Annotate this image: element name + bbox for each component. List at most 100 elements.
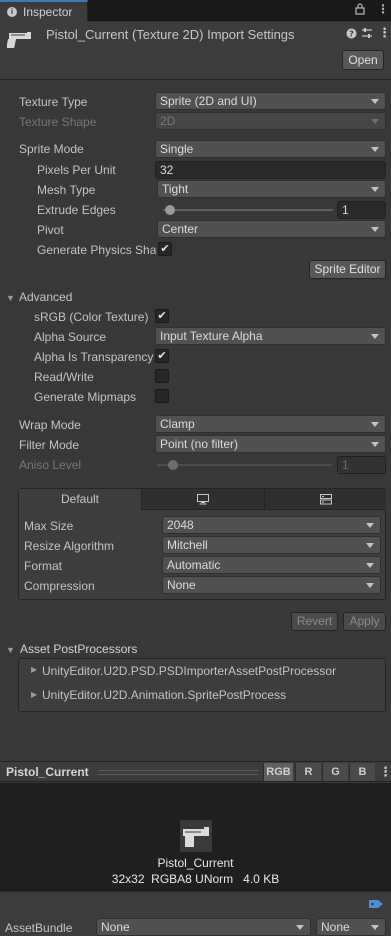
chevron-down-icon <box>296 925 304 930</box>
tab-default[interactable]: Default <box>19 489 142 510</box>
format-value: Automatic <box>167 558 221 572</box>
pivot-value: Center <box>162 222 199 236</box>
postprocessor-item[interactable]: UnityEditor.U2D.PSD.PSDImporterAssetPost… <box>42 664 336 678</box>
pivot-dropdown[interactable]: Center <box>157 220 386 238</box>
srgb-checkbox[interactable]: ✔ <box>155 309 169 323</box>
chevron-down-icon <box>366 523 374 528</box>
filter-mode-value: Point (no filter) <box>160 437 239 451</box>
chevron-down-icon <box>371 422 379 427</box>
extrude-edges-slider-track[interactable] <box>163 209 333 211</box>
asset-bundle-name-dropdown[interactable]: None <box>96 918 311 936</box>
channel-rgb-button[interactable]: RGB <box>263 763 293 781</box>
revert-button[interactable]: Revert <box>291 612 338 631</box>
monitor-icon <box>197 494 209 505</box>
preview-menu-icon[interactable]: ⋮ <box>379 764 391 780</box>
pistol-texture-icon <box>6 30 35 53</box>
tab-standalone[interactable] <box>142 489 265 510</box>
aniso-level-slider-thumb <box>167 460 178 470</box>
texture-type-dropdown[interactable]: Sprite (2D and UI) <box>155 92 386 110</box>
open-button[interactable]: Open <box>342 50 384 70</box>
chevron-down-icon <box>371 442 379 447</box>
preview-info: 32x32 RGBA8 UNorm 4.0 KB <box>111 872 280 886</box>
extrude-edges-field[interactable]: 1 <box>337 201 386 219</box>
tab-inspector[interactable]: i Inspector <box>0 0 88 22</box>
preview-area: Pistol_Current 32x32 RGBA8 UNorm 4.0 KB <box>0 783 391 891</box>
texture-shape-dropdown: 2D <box>155 112 386 130</box>
format-dropdown[interactable]: Automatic <box>162 556 381 574</box>
resize-algorithm-value: Mitchell <box>167 538 208 552</box>
compression-value: None <box>167 578 196 592</box>
preview-header: Pistol_Current RGB R G B ⋮ <box>0 761 391 782</box>
foldout-arrow-icon[interactable]: ▼ <box>6 293 15 303</box>
preview-drag-handle[interactable] <box>98 770 258 775</box>
mesh-type-dropdown[interactable]: Tight <box>157 180 386 198</box>
sprite-mode-dropdown[interactable]: Single <box>155 140 386 158</box>
alpha-source-label: Alpha Source <box>34 330 107 344</box>
alpha-source-value: Input Texture Alpha <box>160 329 263 343</box>
resize-algorithm-dropdown[interactable]: Mitchell <box>162 536 381 554</box>
aniso-level-label: Aniso Level <box>19 458 82 472</box>
texture-shape-value: 2D <box>160 114 176 128</box>
postprocessors-title[interactable]: Asset PostProcessors <box>20 642 137 656</box>
tab-default-label: Default <box>60 492 100 506</box>
lock-icon[interactable] <box>355 3 365 18</box>
menu-icon[interactable]: ⋮ <box>377 2 389 16</box>
srgb-label: sRGB (Color Texture) <box>34 310 149 324</box>
alpha-source-dropdown[interactable]: Input Texture Alpha <box>155 327 386 345</box>
compression-label: Compression <box>24 579 95 593</box>
chevron-down-icon <box>366 563 374 568</box>
svg-text:?: ? <box>349 30 354 39</box>
max-size-value: 2048 <box>167 518 194 532</box>
chevron-down-icon <box>366 543 374 548</box>
wrap-mode-value: Clamp <box>160 417 195 431</box>
generate-mipmaps-checkbox[interactable] <box>155 389 169 403</box>
asset-bundle-variant-value: None <box>321 920 350 934</box>
chevron-down-icon <box>371 119 379 124</box>
extrude-edges-slider-thumb[interactable] <box>165 205 176 215</box>
pixels-per-unit-field[interactable]: 32 <box>155 161 386 179</box>
resize-algorithm-label: Resize Algorithm <box>24 539 115 553</box>
filter-mode-label: Filter Mode <box>19 438 80 452</box>
compression-dropdown[interactable]: None <box>162 576 381 594</box>
server-icon <box>319 494 332 505</box>
preview-title: Pistol_Current <box>6 765 89 779</box>
asset-bundle-label: AssetBundle <box>5 921 73 935</box>
help-icon[interactable]: ? <box>346 28 357 42</box>
generate-physics-shape-checkbox[interactable]: ✔ <box>158 242 172 256</box>
aniso-level-field: 1 <box>337 456 386 474</box>
texture-type-value: Sprite (2D and UI) <box>160 94 257 108</box>
advanced-section-title[interactable]: Advanced <box>19 290 72 304</box>
platform-settings-panel: Default Max Size 2048 Resize Algorithm M… <box>18 488 386 600</box>
texture-preview-image <box>180 820 212 852</box>
format-label: Format <box>24 559 63 573</box>
chevron-down-icon <box>371 99 379 104</box>
sprite-mode-value: Single <box>160 142 194 156</box>
chevron-down-icon <box>371 187 379 192</box>
aniso-level-slider-track <box>157 464 332 466</box>
channel-g-button[interactable]: G <box>322 763 348 781</box>
wrap-mode-dropdown[interactable]: Clamp <box>155 415 386 433</box>
chevron-down-icon <box>366 583 374 588</box>
info-icon: i <box>7 7 17 17</box>
pivot-label: Pivot <box>37 223 64 237</box>
channel-b-button[interactable]: B <box>349 763 375 781</box>
tab-server[interactable] <box>265 489 386 510</box>
postprocessors-list: ▶ UnityEditor.U2D.PSD.PSDImporterAssetPo… <box>18 658 386 712</box>
context-menu-icon[interactable]: ⋮ <box>378 25 391 41</box>
postprocessor-item[interactable]: UnityEditor.U2D.Animation.SpritePostProc… <box>42 688 286 702</box>
alpha-is-transparency-checkbox[interactable]: ✔ <box>155 349 169 363</box>
sprite-editor-button[interactable]: Sprite Editor <box>309 260 386 279</box>
max-size-dropdown[interactable]: 2048 <box>162 516 381 534</box>
foldout-right-icon[interactable]: ▶ <box>31 690 37 699</box>
filter-mode-dropdown[interactable]: Point (no filter) <box>155 435 386 453</box>
apply-button[interactable]: Apply <box>343 612 386 631</box>
presets-icon[interactable] <box>361 27 373 42</box>
asset-bundle-variant-dropdown[interactable]: None <box>316 918 386 936</box>
channel-r-button[interactable]: R <box>295 763 321 781</box>
foldout-right-icon[interactable]: ▶ <box>31 665 37 674</box>
read-write-label: Read/Write <box>34 370 94 384</box>
chevron-down-icon <box>371 334 379 339</box>
foldout-arrow-icon[interactable]: ▼ <box>6 645 15 655</box>
read-write-checkbox[interactable] <box>155 369 169 383</box>
label-tag-icon[interactable] <box>368 898 384 913</box>
